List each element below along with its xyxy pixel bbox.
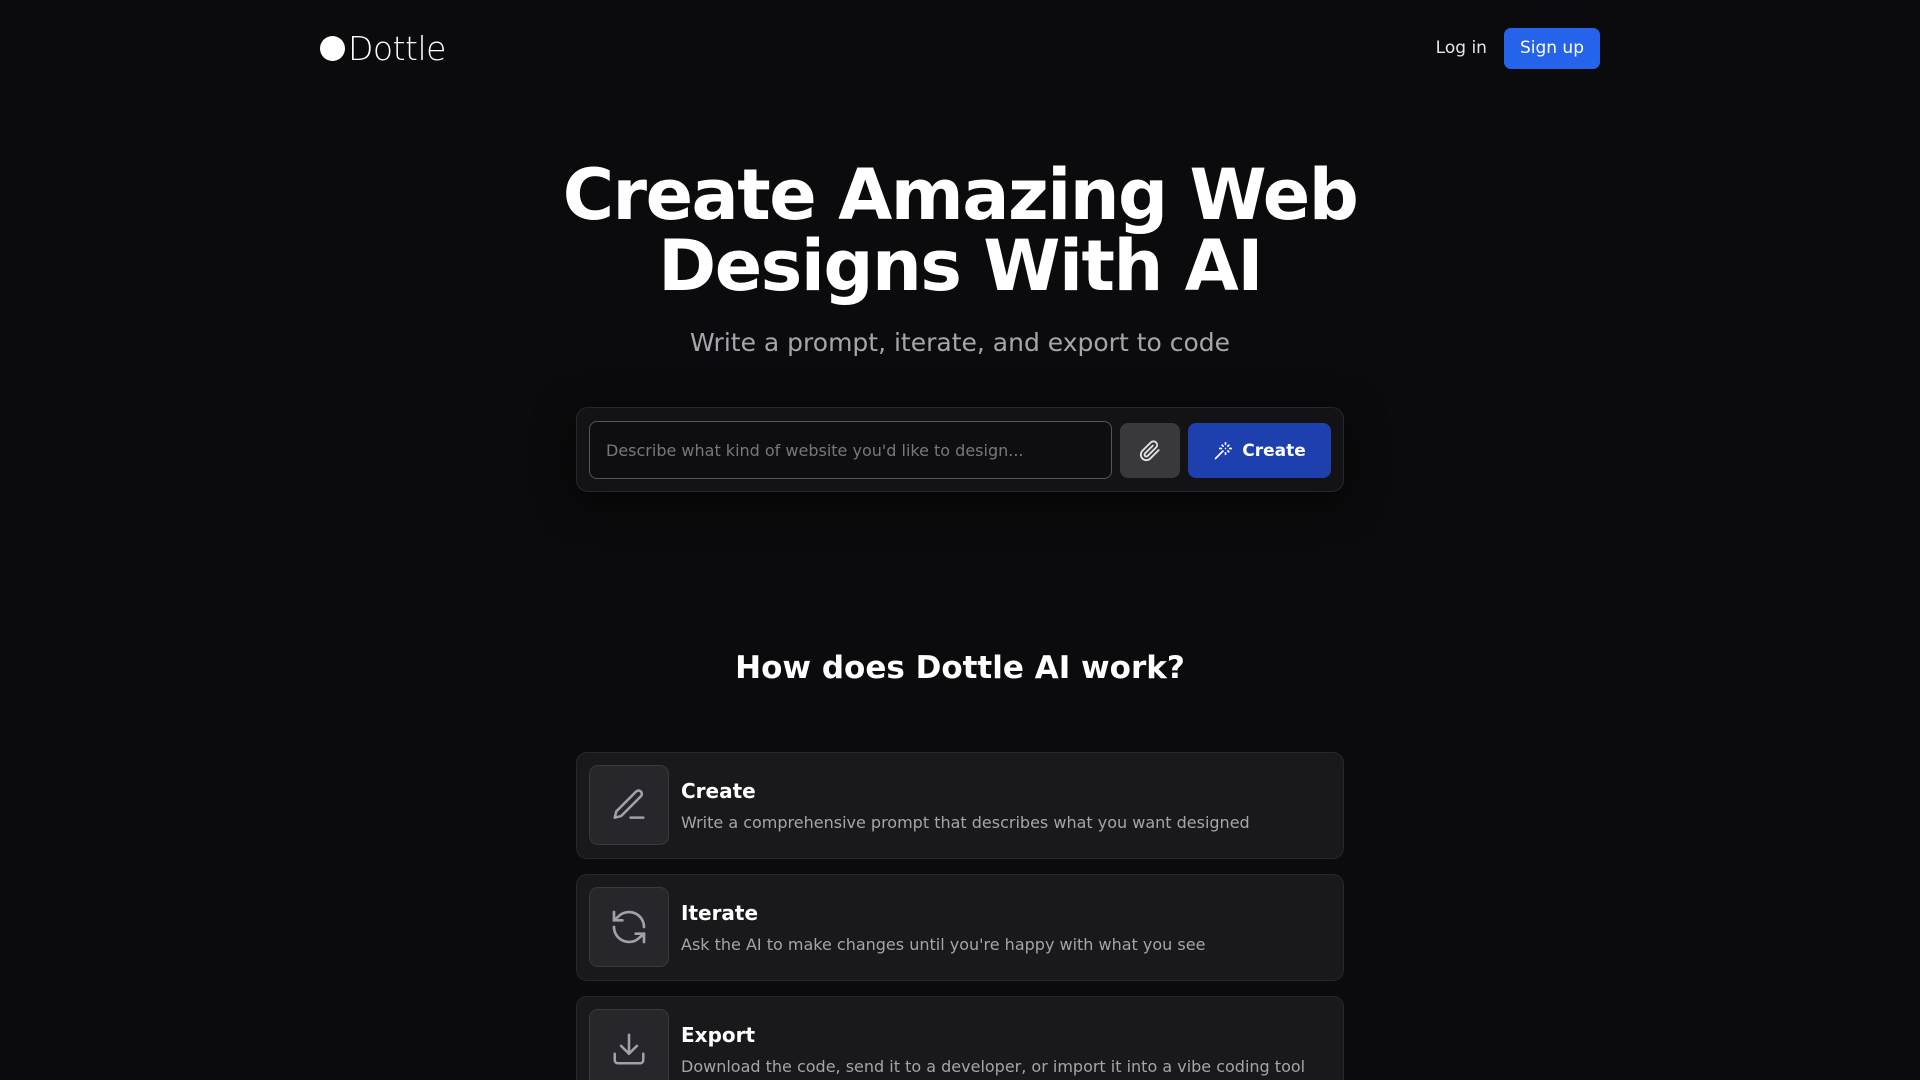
- download-icon: [613, 1033, 645, 1065]
- step-card-export: Export Download the code, send it to a d…: [576, 996, 1344, 1080]
- step-description: Download the code, send it to a develope…: [681, 1057, 1306, 1076]
- logo-dot-icon: [320, 35, 345, 61]
- step-card-iterate: Iterate Ask the AI to make changes until…: [576, 874, 1344, 981]
- create-button[interactable]: Create: [1188, 423, 1331, 478]
- step-card-create: Create Write a comprehensive prompt that…: [576, 752, 1344, 859]
- site-header: Dottle Log in Sign up: [320, 27, 1600, 69]
- prompt-bar: Create: [576, 407, 1344, 492]
- header-nav: Log in Sign up: [1436, 27, 1600, 69]
- step-icon-box: [589, 887, 669, 967]
- brand-name: Dottle: [348, 28, 446, 68]
- step-description: Ask the AI to make changes until you're …: [681, 935, 1206, 954]
- hero-title-line-2: Designs With AI: [658, 225, 1263, 307]
- step-title: Export: [681, 1023, 756, 1047]
- hero-subtitle: Write a prompt, iterate, and export to c…: [689, 328, 1231, 357]
- paperclip-icon: [1139, 439, 1160, 461]
- step-title: Create: [681, 779, 756, 803]
- landing-page: Dottle Log in Sign up Create Amazing Web…: [0, 0, 1920, 1080]
- hero-title-line-1: Create Amazing Web: [562, 154, 1359, 236]
- hero-title: Create Amazing Web Designs With AI: [0, 160, 1920, 302]
- how-section-title: How does Dottle AI work?: [735, 650, 1185, 686]
- pencil-icon: [613, 789, 645, 819]
- prompt-input[interactable]: [589, 421, 1112, 479]
- step-description: Write a comprehensive prompt that descri…: [681, 813, 1250, 832]
- brand-logo[interactable]: Dottle: [320, 29, 446, 68]
- step-icon-box: [589, 1009, 669, 1080]
- create-button-label: Create: [1242, 440, 1306, 461]
- attach-button[interactable]: [1120, 423, 1180, 478]
- refresh-icon: [612, 910, 646, 944]
- signup-button[interactable]: Sign up: [1503, 27, 1600, 69]
- magic-wand-icon: [1214, 441, 1233, 459]
- step-title: Iterate: [681, 901, 759, 925]
- login-link[interactable]: Log in: [1436, 38, 1487, 58]
- step-icon-box: [589, 765, 669, 845]
